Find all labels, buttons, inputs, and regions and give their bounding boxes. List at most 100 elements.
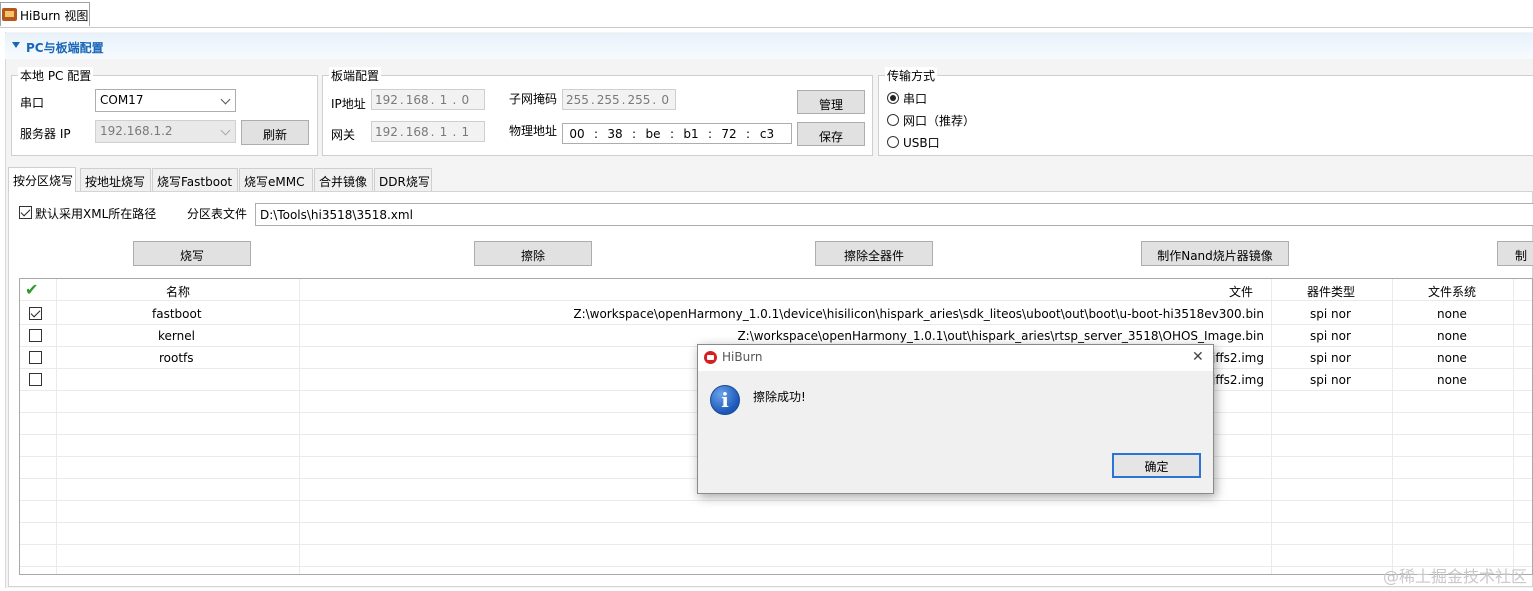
burn-button[interactable]: 烧写 xyxy=(133,241,251,266)
manage-button[interactable]: 管理 xyxy=(797,90,865,114)
tab-fastboot-burn[interactable]: 烧写Fastboot xyxy=(152,168,238,191)
server-ip-value: 192.168.1.2 xyxy=(100,124,173,138)
save-button[interactable]: 保存 xyxy=(797,122,865,146)
header-name: 名称 xyxy=(166,285,191,299)
mac-address-field[interactable]: 00: 38: be: b1: 72: c3 xyxy=(562,123,792,144)
row-checkbox[interactable] xyxy=(29,307,42,320)
mask-label: 子网掩码 xyxy=(509,92,558,106)
tab-merge-image[interactable]: 合并镜像 xyxy=(314,168,373,191)
section-header[interactable]: PC与板端配置 xyxy=(5,33,1533,59)
subnet-mask-field[interactable]: 255. 255. 255. 0 xyxy=(562,89,676,110)
gateway-octet: 192 xyxy=(375,124,398,139)
header-file: 文件 xyxy=(1229,285,1254,299)
radio-button[interactable] xyxy=(887,136,899,148)
transfer-mode-title: 传输方式 xyxy=(885,67,938,84)
ip-octet: 168 xyxy=(405,92,429,107)
serial-port-select[interactable]: COM17 xyxy=(95,89,236,112)
collapse-arrow-icon[interactable] xyxy=(12,42,20,48)
server-ip-label: 服务器 IP xyxy=(20,127,71,141)
mac-segment: 38 xyxy=(607,126,623,141)
radio-network[interactable]: 网口（推荐） xyxy=(887,112,987,128)
radio-usb[interactable]: USB口 xyxy=(887,134,967,150)
hiburn-view-tab[interactable]: HiBurn 视图 xyxy=(0,2,90,26)
hiburn-app-icon xyxy=(2,8,17,21)
tab-address-burn[interactable]: 按地址烧写 xyxy=(80,168,151,191)
chevron-down-icon xyxy=(220,125,231,136)
make-nand-image-button[interactable]: 制作Nand烧片器镜像 xyxy=(1141,241,1289,266)
serial-label: 串口 xyxy=(20,96,45,110)
ip-label: IP地址 xyxy=(331,97,366,111)
erase-button[interactable]: 擦除 xyxy=(474,241,592,266)
make-button[interactable]: 制作 xyxy=(1497,241,1533,266)
tab-partition-burn[interactable]: 按分区烧写 xyxy=(8,167,76,192)
radio-label: 网口（推荐） xyxy=(903,114,976,128)
gateway-label: 网关 xyxy=(331,128,356,142)
partition-file-input[interactable]: D:\Tools\hi3518\3518.xml xyxy=(255,203,1533,226)
view-tab-label: HiBurn 视图 xyxy=(20,9,89,23)
local-pc-title: 本地 PC 配置 xyxy=(18,67,94,84)
radio-button[interactable] xyxy=(887,114,899,126)
radio-label: 串口 xyxy=(903,92,928,106)
message-dialog: HiBurn ✕ i 擦除成功! 确定 xyxy=(697,344,1214,494)
row-device-type: spi nor xyxy=(1310,373,1351,387)
table-row xyxy=(20,545,1532,567)
row-device-type: spi nor xyxy=(1310,329,1351,343)
mac-segment: c3 xyxy=(759,126,775,141)
board-config-group: 板端配置 IP地址 192. 168. 1. 0 网关 192. 168. 1.… xyxy=(322,67,873,156)
row-file: Z:\workspace\openHarmony_1.0.1\out\hispa… xyxy=(737,329,1264,343)
mask-octet: 255 xyxy=(566,92,589,107)
ip-octet: 1 xyxy=(439,92,448,107)
ip-octet: 0 xyxy=(461,92,470,107)
default-xml-label: 默认采用XML所在路径 xyxy=(35,207,157,221)
checkbox[interactable] xyxy=(19,206,32,219)
table-row xyxy=(20,501,1532,523)
row-name: rootfs xyxy=(159,351,194,365)
transfer-mode-group: 传输方式 串口 网口（推荐） USB口 xyxy=(878,67,1533,156)
row-file: jffs2.img xyxy=(1212,373,1264,387)
row-name: kernel xyxy=(158,329,195,343)
table-row[interactable]: fastboot Z:\workspace\openHarmony_1.0.1\… xyxy=(20,303,1532,325)
mac-segment: 72 xyxy=(721,126,737,141)
dialog-message: 擦除成功! xyxy=(753,390,806,404)
default-xml-path-checkbox[interactable]: 默认采用XML所在路径 xyxy=(19,205,169,221)
table-row xyxy=(20,523,1532,545)
gateway-field[interactable]: 192. 168. 1. 1 xyxy=(371,121,485,142)
mac-segment: b1 xyxy=(683,126,699,141)
dialog-title: HiBurn xyxy=(722,350,763,364)
table-header: ✔ 名称 文件 器件类型 文件系统 xyxy=(20,279,1532,301)
gateway-octet: 1 xyxy=(439,124,448,139)
check-all-icon[interactable]: ✔ xyxy=(25,280,38,299)
row-checkbox[interactable] xyxy=(29,373,42,386)
row-checkbox[interactable] xyxy=(29,351,42,364)
board-ip-field[interactable]: 192. 168. 1. 0 xyxy=(371,89,485,110)
refresh-button[interactable]: 刷新 xyxy=(241,120,309,145)
header-device-type: 器件类型 xyxy=(1307,285,1356,299)
local-pc-group: 本地 PC 配置 串口 COM17 服务器 IP 192.168.1.2 刷新 xyxy=(11,67,318,156)
gateway-octet: 168 xyxy=(405,124,429,139)
watermark: @稀土掘金技术社区 xyxy=(1382,567,1527,586)
chevron-down-icon xyxy=(220,94,231,105)
serial-port-value: COM17 xyxy=(100,93,144,107)
radio-serial[interactable]: 串口 xyxy=(887,90,967,106)
tab-ddr-burn[interactable]: DDR烧写 xyxy=(374,168,432,191)
server-ip-select[interactable]: 192.168.1.2 xyxy=(95,120,236,143)
row-filesystem: none xyxy=(1437,373,1467,387)
dialog-title-bar[interactable]: HiBurn ✕ xyxy=(698,345,1213,371)
mask-octet: 0 xyxy=(661,92,670,107)
close-icon[interactable]: ✕ xyxy=(1192,349,1204,365)
tab-emmc-burn[interactable]: 烧写eMMC xyxy=(239,168,313,191)
erase-all-button[interactable]: 擦除全器件 xyxy=(815,241,933,266)
mac-segment: 00 xyxy=(569,126,585,141)
row-device-type: spi nor xyxy=(1310,351,1351,365)
mask-octet: 255 xyxy=(627,92,651,107)
view-tab-bar xyxy=(0,0,1533,28)
row-filesystem: none xyxy=(1437,329,1467,343)
radio-button[interactable] xyxy=(887,92,899,104)
ok-button[interactable]: 确定 xyxy=(1112,453,1201,478)
row-file: jffs2.img xyxy=(1212,351,1264,365)
radio-label: USB口 xyxy=(903,136,940,150)
gateway-octet: 1 xyxy=(461,124,470,139)
row-name: fastboot xyxy=(152,307,202,321)
row-file: Z:\workspace\openHarmony_1.0.1\device\hi… xyxy=(573,307,1264,321)
row-checkbox[interactable] xyxy=(29,329,42,342)
